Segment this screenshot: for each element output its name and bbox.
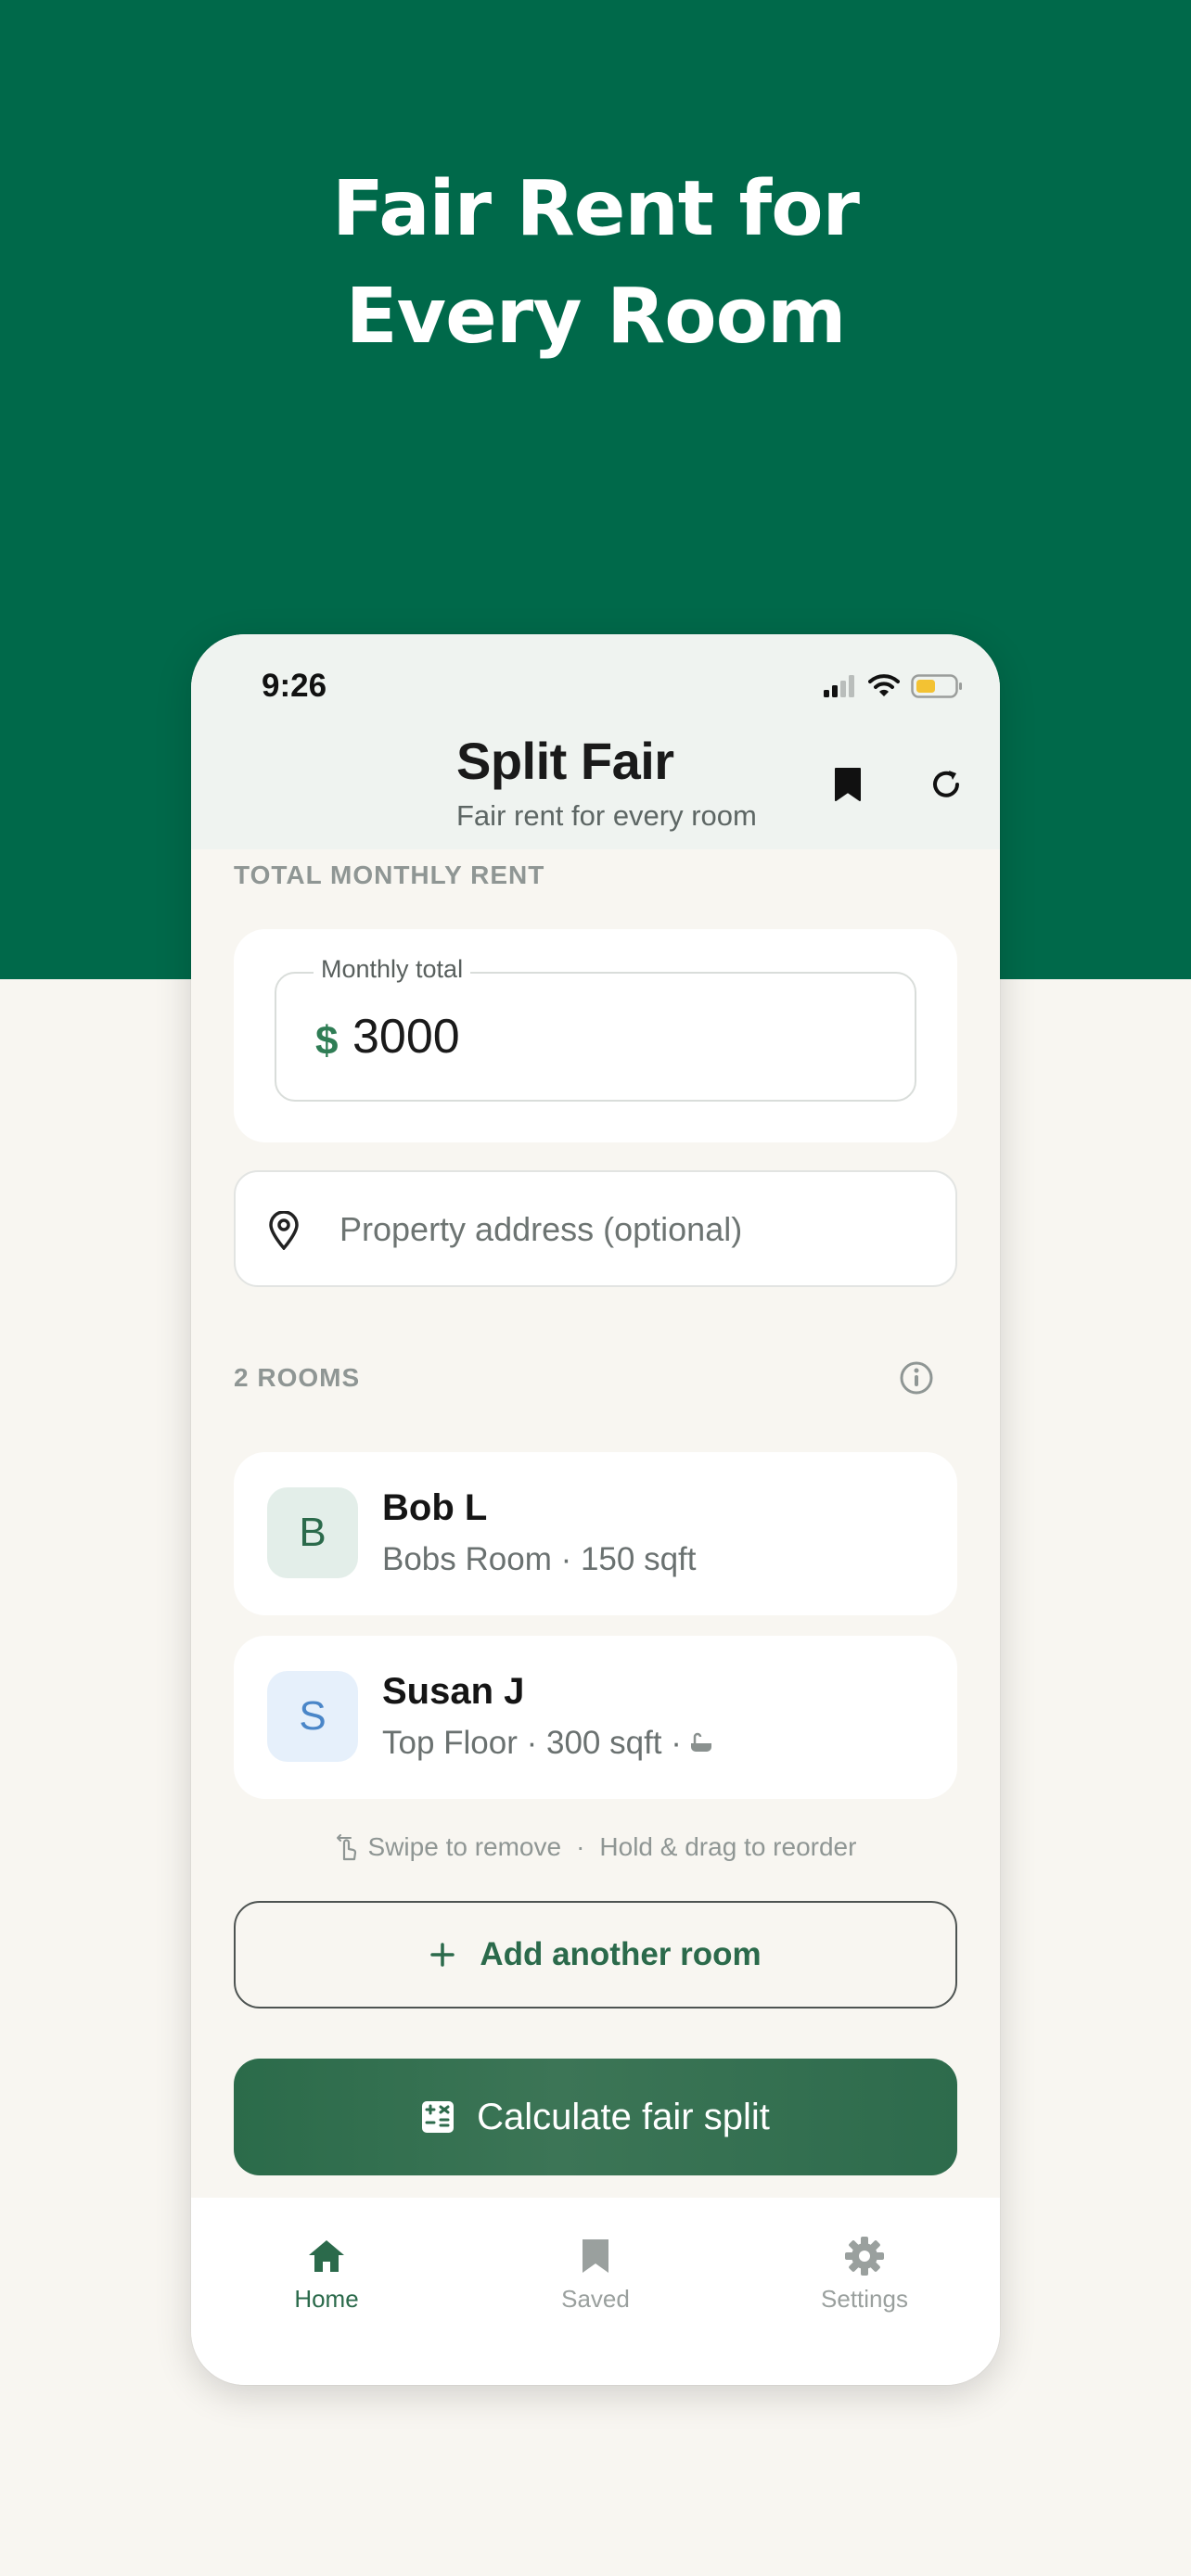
hero-title: Fair Rent for Every Room xyxy=(0,156,1191,371)
tab-saved-label: Saved xyxy=(561,2285,630,2313)
refresh-icon xyxy=(933,771,959,797)
home-icon xyxy=(309,2240,344,2272)
room-tenant-name: Bob L xyxy=(382,1487,488,1528)
tab-settings[interactable]: Settings xyxy=(772,2235,957,2314)
app-header: 9:26 Split Fair Fair rent for every room xyxy=(191,634,1000,849)
reset-header-button[interactable] xyxy=(922,760,970,809)
bathtub-icon xyxy=(690,1732,711,1752)
property-address-field[interactable] xyxy=(234,1170,957,1287)
add-room-label: Add another room xyxy=(480,1936,762,1972)
battery-icon xyxy=(911,674,962,698)
wifi-icon xyxy=(868,674,900,696)
calculate-button[interactable]: Calculate fair split xyxy=(234,2059,957,2175)
info-icon[interactable] xyxy=(898,1359,935,1396)
room-tenant-name: Susan J xyxy=(382,1671,525,1712)
hero-title-line-1: Fair Rent for xyxy=(332,165,860,253)
tab-settings-label: Settings xyxy=(821,2285,908,2313)
property-address-input[interactable] xyxy=(339,1200,933,1259)
calculate-label: Calculate fair split xyxy=(477,2096,770,2137)
tab-saved[interactable]: Saved xyxy=(503,2235,688,2314)
cellular-signal-icon xyxy=(824,675,854,697)
room-details: Top Floor · 300 sqft · xyxy=(382,1725,713,1762)
room-details: Bobs Room · 150 sqft xyxy=(382,1541,697,1578)
bookmark-icon xyxy=(835,768,861,801)
monthly-total-field[interactable]: Monthly total $ 3000 xyxy=(275,955,916,1102)
gesture-hint: Swipe to remove · Hold & drag to reorder xyxy=(191,1832,1000,1862)
status-time: 9:26 xyxy=(262,668,327,704)
room-avatar: B xyxy=(267,1487,358,1578)
room-card-susan[interactable]: S Susan J Top Floor · 300 sqft · xyxy=(234,1636,957,1799)
add-room-button[interactable]: Add another room xyxy=(234,1901,957,2009)
total-rent-section-label: TOTAL MONTHLY RENT xyxy=(234,861,545,889)
monthly-total-label: Monthly total xyxy=(314,955,471,984)
rent-card: Monthly total $ 3000 xyxy=(234,929,957,1142)
app-subtitle: Fair rent for every room xyxy=(456,799,757,832)
room-card-bob[interactable]: B Bob L Bobs Room · 150 sqft xyxy=(234,1452,957,1615)
swipe-hand-icon xyxy=(336,1834,356,1861)
room-details-text: Bobs Room · 150 sqft xyxy=(382,1541,697,1577)
app-title: Split Fair xyxy=(456,732,674,790)
saved-header-button[interactable] xyxy=(824,760,872,809)
hint-swipe: Swipe to remove xyxy=(367,1832,562,1861)
tab-bar: Home Saved Settings xyxy=(191,2198,1000,2385)
room-avatar: S xyxy=(267,1671,358,1762)
hint-separator: · xyxy=(576,1832,585,1861)
plus-icon xyxy=(430,1943,455,1967)
currency-symbol: $ xyxy=(315,1018,339,1064)
bookmark-icon xyxy=(583,2239,608,2273)
room-details-text: Top Floor · 300 sqft · xyxy=(382,1725,682,1761)
location-pin-icon xyxy=(269,1211,299,1250)
rooms-section-label: 2 ROOMS xyxy=(234,1363,361,1392)
phone-frame: 9:26 Split Fair Fair rent for every room xyxy=(191,634,1000,2385)
tab-home-label: Home xyxy=(294,2285,359,2313)
hero-title-line-2: Every Room xyxy=(345,273,847,361)
tab-home[interactable]: Home xyxy=(234,2235,419,2314)
gear-icon xyxy=(845,2237,884,2276)
calculator-icon xyxy=(422,2101,455,2133)
monthly-total-value[interactable]: 3000 xyxy=(352,1009,460,1065)
status-icons xyxy=(824,671,963,701)
hint-drag: Hold & drag to reorder xyxy=(599,1832,857,1861)
